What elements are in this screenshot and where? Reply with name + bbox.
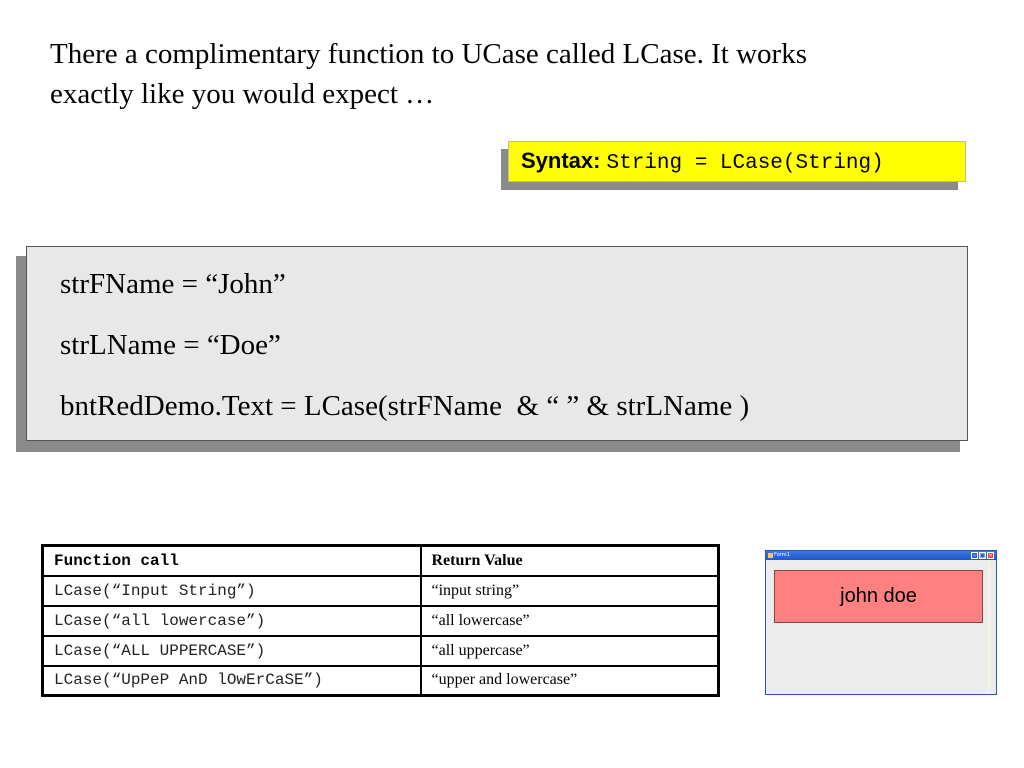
function-call-cell: LCase(“all lowercase”) <box>41 604 422 637</box>
close-icon[interactable]: × <box>987 552 994 559</box>
app-icon <box>768 553 773 558</box>
code-line: strLName = “Doe” <box>60 329 281 361</box>
intro-line-2: exactly like you would expect … <box>50 78 435 110</box>
return-value-cell: “all uppercase” <box>419 634 720 667</box>
return-value-cell: “upper and lowercase” <box>419 664 720 697</box>
function-call-cell: LCase(“Input String”) <box>41 574 422 607</box>
syntax-code: String = LCase(String) <box>606 152 884 175</box>
function-call-cell: LCase(“ALL UPPERCASE”) <box>41 634 422 667</box>
demo-window-titlebar[interactable]: Form1 – □ × <box>766 551 996 560</box>
demo-form-window: Form1 – □ × john doe <box>765 550 997 695</box>
code-line: bntRedDemo.Text = LCase(strFName & “ ” &… <box>60 390 750 422</box>
header-return-value: Return Value <box>419 544 720 577</box>
return-value-cell: “input string” <box>419 574 720 607</box>
window-edge-divider <box>988 561 990 693</box>
minimize-icon[interactable]: – <box>971 552 978 559</box>
table-header-row: Function call Return Value <box>41 544 720 577</box>
intro-line-1: There a complimentary function to UCase … <box>50 38 807 70</box>
syntax-label: Syntax: <box>521 148 601 173</box>
intro-text: There a complimentary function to UCase … <box>50 34 990 114</box>
lcase-examples-table: Function call Return Value LCase(“Input … <box>41 544 720 697</box>
maximize-icon[interactable]: □ <box>979 552 986 559</box>
red-demo-button[interactable]: john doe <box>774 570 983 623</box>
demo-window-title: Form1 <box>774 552 790 558</box>
syntax-box: Syntax: String = LCase(String) <box>508 141 966 182</box>
table-row: LCase(“ALL UPPERCASE”) “all uppercase” <box>41 634 720 667</box>
code-line: strFName = “John” <box>60 268 286 300</box>
header-function-call: Function call <box>41 544 422 577</box>
return-value-cell: “all lowercase” <box>419 604 720 637</box>
table-row: LCase(“all lowercase”) “all lowercase” <box>41 604 720 637</box>
table-row: LCase(“Input String”) “input string” <box>41 574 720 607</box>
table-row: LCase(“UpPeP AnD lOwErCaSE”) “upper and … <box>41 664 720 697</box>
function-call-cell: LCase(“UpPeP AnD lOwErCaSE”) <box>41 664 422 697</box>
code-example-box: strFName = “John” strLName = “Doe” bntRe… <box>26 246 968 441</box>
